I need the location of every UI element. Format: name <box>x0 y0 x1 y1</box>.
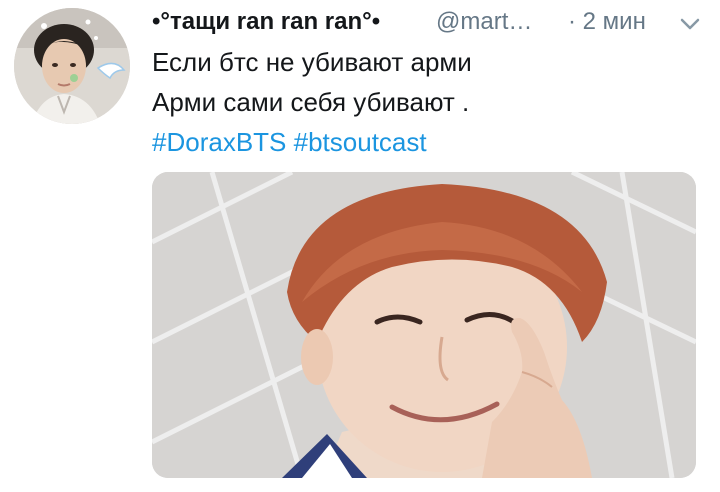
tweet-media-photo[interactable] <box>152 172 696 478</box>
tweet-card: •°тащи ran ran ran°• @mart… · 2 мин Если… <box>0 0 720 492</box>
hashtag-link[interactable]: #DoraxBTS <box>152 127 286 157</box>
hashtag-link[interactable]: #btsoutcast <box>294 127 427 157</box>
tweet-text-line: Если бтс не убивают арми <box>152 47 472 77</box>
tweet-hashtags: #DoraxBTS #btsoutcast <box>152 127 427 157</box>
author-display-name[interactable]: •°тащи ran ran ran°• <box>152 8 380 36</box>
tweet-text-line: Арми сами себя убивают . <box>152 87 470 117</box>
author-avatar[interactable] <box>14 8 130 124</box>
author-handle[interactable]: @mart… <box>436 8 532 36</box>
chevron-down-icon[interactable] <box>678 14 702 34</box>
photo-image <box>152 172 696 478</box>
avatar-photo-icon <box>14 8 130 124</box>
tweet-header: •°тащи ran ran ran°• @mart… · 2 мин <box>152 8 712 38</box>
tweet-timestamp[interactable]: · 2 мин <box>568 8 646 36</box>
